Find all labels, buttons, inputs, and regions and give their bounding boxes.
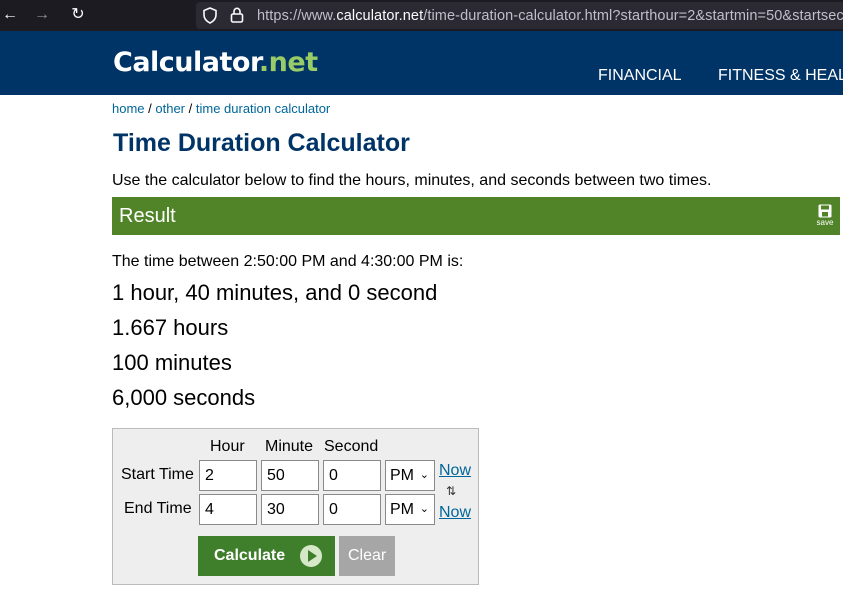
end-second-input[interactable]: [323, 494, 381, 525]
breadcrumb-other[interactable]: other: [155, 101, 185, 116]
end-time-label: End Time: [124, 500, 192, 517]
back-arrow-icon[interactable]: ←: [0, 5, 20, 25]
end-ampm-select[interactable]: PM ⌄: [385, 494, 435, 525]
end-now-link[interactable]: Now: [439, 504, 471, 522]
nav-fitness-health[interactable]: FITNESS & HEAL: [718, 67, 843, 85]
forward-arrow-icon[interactable]: →: [32, 5, 52, 25]
swap-arrows-icon[interactable]: ⇅: [446, 484, 456, 498]
result-lead-text: The time between 2:50:00 PM and 4:30:00 …: [112, 253, 464, 270]
result-heading: Result: [119, 205, 176, 227]
reload-icon[interactable]: ↻: [68, 5, 88, 25]
breadcrumb: home / other / time duration calculator: [112, 101, 331, 116]
url-text[interactable]: https://www.calculator.net/time-duration…: [257, 8, 843, 24]
play-icon: [300, 545, 322, 567]
column-header-second: Second: [324, 438, 379, 455]
end-hour-input[interactable]: [199, 494, 257, 525]
calculate-button[interactable]: Calculate: [198, 536, 335, 576]
result-header: Result save: [112, 197, 840, 235]
start-minute-input[interactable]: [261, 460, 319, 491]
site-logo[interactable]: Calculator.net: [113, 47, 318, 78]
start-ampm-select[interactable]: PM ⌄: [385, 460, 435, 491]
intro-text: Use the calculator below to find the hou…: [112, 172, 712, 189]
column-header-hour: Hour: [210, 438, 245, 455]
save-label: save: [816, 218, 834, 227]
column-header-minute: Minute: [265, 438, 314, 455]
end-minute-input[interactable]: [261, 494, 319, 525]
result-line: 1 hour, 40 minutes, and 0 second: [112, 280, 438, 305]
result-line: 6,000 seconds: [112, 385, 256, 410]
result-line: 100 minutes: [112, 350, 232, 375]
result-line: 1.667 hours: [112, 315, 229, 340]
shield-icon[interactable]: [202, 7, 218, 24]
chevron-down-icon: ⌄: [419, 503, 429, 515]
browser-toolbar: ← → ↻ https://www.calculator.net/time-du…: [0, 0, 843, 31]
site-header: Calculator.net FINANCIAL FITNESS & HEAL: [0, 31, 843, 95]
save-button[interactable]: save: [816, 204, 834, 227]
breadcrumb-home[interactable]: home: [112, 101, 145, 116]
address-bar[interactable]: https://www.calculator.net/time-duration…: [196, 2, 843, 29]
nav-financial[interactable]: FINANCIAL: [598, 67, 682, 85]
save-icon: [818, 204, 832, 218]
clear-button[interactable]: Clear: [339, 536, 395, 576]
chevron-down-icon: ⌄: [419, 469, 429, 481]
start-now-link[interactable]: Now: [439, 462, 471, 480]
start-second-input[interactable]: [323, 460, 381, 491]
start-hour-input[interactable]: [199, 460, 257, 491]
page-title: Time Duration Calculator: [113, 129, 410, 157]
breadcrumb-current[interactable]: time duration calculator: [196, 101, 330, 116]
lock-icon[interactable]: [230, 7, 244, 23]
calculator-form: Hour Minute Second Start Time PM ⌄ Now ⇅…: [112, 428, 479, 585]
start-time-label: Start Time: [121, 466, 194, 483]
